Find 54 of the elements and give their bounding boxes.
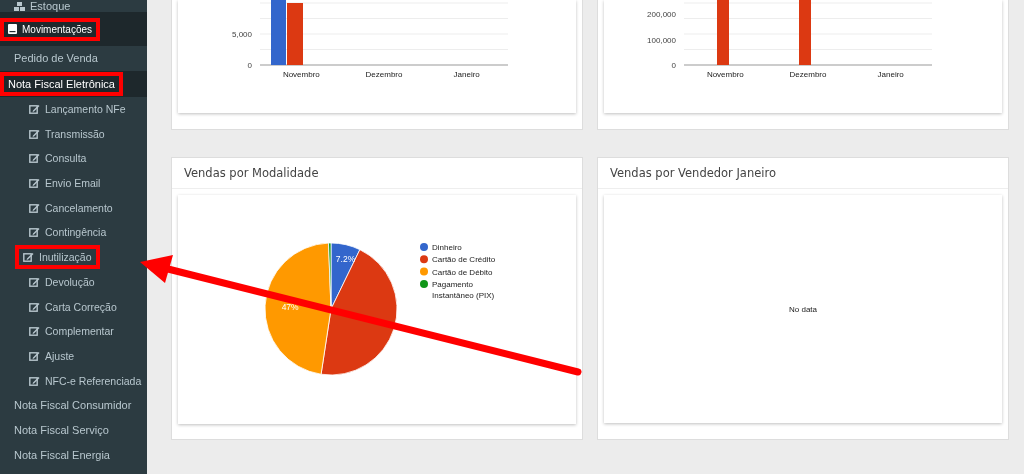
axis-label: 0 bbox=[671, 61, 676, 70]
axis-label: Dezembro bbox=[789, 70, 827, 79]
bar-group bbox=[271, 0, 303, 65]
sidebar-subitem[interactable]: Consulta bbox=[22, 150, 94, 167]
edit-icon bbox=[29, 128, 40, 139]
legend-label: Dinheiro bbox=[432, 243, 462, 252]
slice-label: 47% bbox=[281, 301, 299, 312]
axis-label: 200,000 bbox=[647, 10, 676, 19]
axis-label: Dezembro bbox=[365, 70, 403, 79]
axis-label: Novembro bbox=[706, 70, 744, 79]
sidebar-item[interactable]: Nota Fiscal Eletrônica bbox=[0, 71, 123, 96]
sidebar-section[interactable]: Movimentações bbox=[0, 17, 101, 41]
cubes-icon bbox=[14, 1, 25, 11]
edit-icon bbox=[29, 104, 40, 115]
empty-message: No data bbox=[789, 304, 817, 314]
edit-icon bbox=[23, 252, 34, 263]
card-title: Vendas por Modalidade bbox=[172, 158, 582, 189]
edit-icon bbox=[29, 326, 40, 337]
edit-icon bbox=[29, 276, 40, 287]
sidebar-item[interactable]: Nota Fiscal Serviço bbox=[7, 421, 116, 438]
card-title: Vendas por Vendedor Janeiro bbox=[598, 158, 1008, 189]
edit-icon bbox=[29, 153, 40, 164]
slice-label: 7.2% bbox=[335, 253, 356, 264]
legend-label: Cartão de Crédito bbox=[432, 255, 496, 265]
axis-label: 5,000 bbox=[231, 30, 252, 39]
edit-icon bbox=[29, 301, 40, 312]
sidebar-subitem[interactable]: Complementar bbox=[22, 323, 121, 340]
axis-label: 100,000 bbox=[647, 36, 676, 45]
legend-label: Cartão de Débito bbox=[432, 267, 493, 277]
edit-icon bbox=[29, 202, 40, 213]
edit-icon bbox=[29, 350, 40, 361]
sidebar-subitem[interactable]: Transmissão bbox=[22, 125, 112, 142]
axis-label: 0 bbox=[247, 61, 252, 70]
sidebar-item[interactable]: Nota Fiscal Energia bbox=[7, 446, 117, 463]
axis-label: Janeiro bbox=[453, 70, 480, 79]
edit-icon bbox=[29, 375, 40, 386]
axis-label: Novembro bbox=[282, 70, 320, 79]
sidebar-subitem[interactable]: Envio Email bbox=[22, 175, 108, 192]
book-icon bbox=[8, 24, 17, 34]
sidebar-item[interactable]: Estoque bbox=[7, 0, 78, 12]
sidebar-subitem[interactable]: Cancelamento bbox=[22, 199, 120, 216]
sidebar-subitem[interactable]: Lançamento NFe bbox=[22, 101, 133, 118]
axis-label: Janeiro bbox=[877, 70, 904, 79]
sidebar-item[interactable]: Pedido de Venda bbox=[7, 50, 105, 67]
sidebar-item[interactable]: Nota Fiscal Consumidor bbox=[7, 397, 139, 414]
sidebar-subitem[interactable]: Carta Correção bbox=[22, 298, 124, 315]
sidebar-subitem[interactable]: Inutilização bbox=[15, 245, 100, 270]
edit-icon bbox=[29, 227, 40, 238]
edit-icon bbox=[29, 178, 40, 189]
sidebar-subitem[interactable]: Devolução bbox=[22, 273, 102, 290]
sidebar-subitem[interactable]: Contingência bbox=[22, 224, 114, 241]
sidebar-subitem[interactable]: NFC-e Referenciada bbox=[22, 372, 149, 389]
sidebar-subitem[interactable]: Ajuste bbox=[22, 347, 82, 364]
legend-label: Pagamento Instantâneo (PIX) bbox=[432, 279, 495, 300]
